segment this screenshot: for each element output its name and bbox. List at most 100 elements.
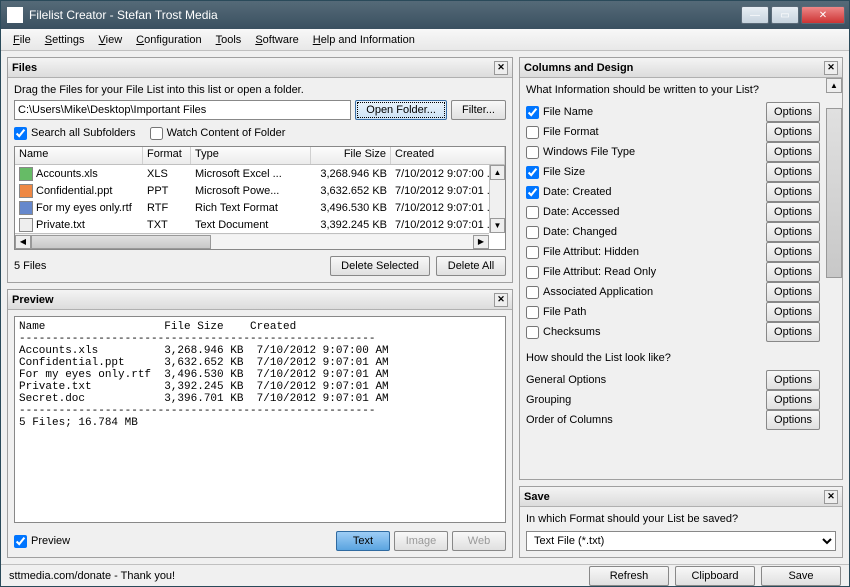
preview-checkbox[interactable] (14, 535, 27, 548)
files-vscroll[interactable]: ▲ ▼ (489, 165, 505, 233)
files-close-icon[interactable]: ✕ (494, 61, 508, 75)
cell-created: 7/10/2012 9:07:01 ... (391, 202, 505, 214)
preview-web-button[interactable]: Web (452, 531, 506, 551)
clipboard-button[interactable]: Clipboard (675, 566, 755, 586)
open-folder-button[interactable]: Open Folder... (355, 100, 447, 120)
options-button[interactable]: Options (766, 302, 820, 322)
option-label: Date: Changed (543, 226, 762, 238)
cell-name: For my eyes only.rtf (36, 202, 132, 214)
design-panel: Columns and Design ✕ What Information sh… (519, 57, 843, 480)
cell-name: Private.txt (36, 219, 85, 231)
delete-all-button[interactable]: Delete All (436, 256, 506, 276)
col-type[interactable]: Type (191, 147, 311, 164)
menu-configuration[interactable]: Configuration (130, 32, 207, 48)
minimize-button[interactable]: — (741, 6, 769, 24)
col-created[interactable]: Created (391, 147, 505, 164)
option-label: File Name (543, 106, 762, 118)
cell-type: Microsoft Excel ... (191, 168, 311, 180)
menu-view[interactable]: View (93, 32, 129, 48)
cell-size: 3,496.530 KB (311, 202, 391, 214)
options-button[interactable]: Options (766, 182, 820, 202)
maximize-button[interactable]: ▭ (771, 6, 799, 24)
menubar: File Settings View Configuration Tools S… (1, 29, 849, 51)
option-checkbox[interactable] (526, 126, 539, 139)
option-label: Checksums (543, 326, 762, 338)
cell-created: 7/10/2012 9:07:00 ... (391, 168, 505, 180)
menu-settings[interactable]: Settings (39, 32, 91, 48)
save-question: In which Format should your List be save… (526, 513, 836, 525)
cell-created: 7/10/2012 9:07:01 ... (391, 185, 505, 197)
cell-size: 3,632.652 KB (311, 185, 391, 197)
menu-tools[interactable]: Tools (210, 32, 248, 48)
cell-format: TXT (143, 219, 191, 231)
window-title: Filelist Creator - Stefan Trost Media (29, 8, 741, 22)
cell-type: Rich Text Format (191, 202, 311, 214)
option-label: Date: Created (543, 186, 762, 198)
app-icon (7, 7, 23, 23)
table-row[interactable]: Confidential.pptPPTMicrosoft Powe...3,63… (15, 182, 505, 199)
file-icon (19, 184, 33, 198)
design-close-icon[interactable]: ✕ (824, 61, 838, 75)
table-row[interactable]: Accounts.xlsXLSMicrosoft Excel ...3,268.… (15, 165, 505, 182)
extra-label: General Options (526, 374, 762, 386)
save-close-icon[interactable]: ✕ (824, 490, 838, 504)
save-button[interactable]: Save (761, 566, 841, 586)
preview-text-button[interactable]: Text (336, 531, 390, 551)
options-button[interactable]: Options (766, 322, 820, 342)
design-question2: How should the List look like? (526, 352, 820, 364)
preview-image-button[interactable]: Image (394, 531, 448, 551)
option-checkbox[interactable] (526, 326, 539, 339)
search-subfolders-checkbox[interactable] (14, 127, 27, 140)
option-label: Associated Application (543, 286, 762, 298)
options-button[interactable]: Options (766, 410, 820, 430)
table-row[interactable]: For my eyes only.rtfRTFRich Text Format3… (15, 199, 505, 216)
options-button[interactable]: Options (766, 370, 820, 390)
option-checkbox[interactable] (526, 306, 539, 319)
option-checkbox[interactable] (526, 226, 539, 239)
col-size[interactable]: File Size (311, 147, 391, 164)
watch-folder-checkbox[interactable] (150, 127, 163, 140)
delete-selected-button[interactable]: Delete Selected (330, 256, 430, 276)
options-button[interactable]: Options (766, 202, 820, 222)
files-title: Files (12, 62, 37, 74)
close-button[interactable]: ✕ (801, 6, 845, 24)
options-button[interactable]: Options (766, 242, 820, 262)
options-button[interactable]: Options (766, 282, 820, 302)
options-button[interactable]: Options (766, 162, 820, 182)
menu-help[interactable]: Help and Information (307, 32, 421, 48)
menu-file[interactable]: File (7, 32, 37, 48)
option-label: Date: Accessed (543, 206, 762, 218)
titlebar[interactable]: Filelist Creator - Stefan Trost Media — … (1, 1, 849, 29)
options-button[interactable]: Options (766, 262, 820, 282)
options-button[interactable]: Options (766, 390, 820, 410)
options-button[interactable]: Options (766, 102, 820, 122)
options-button[interactable]: Options (766, 122, 820, 142)
option-checkbox[interactable] (526, 206, 539, 219)
preview-checkbox-label: Preview (31, 535, 70, 547)
col-name[interactable]: Name (15, 147, 143, 164)
option-checkbox[interactable] (526, 266, 539, 279)
refresh-button[interactable]: Refresh (589, 566, 669, 586)
option-checkbox[interactable] (526, 246, 539, 259)
options-button[interactable]: Options (766, 142, 820, 162)
option-checkbox[interactable] (526, 146, 539, 159)
col-format[interactable]: Format (143, 147, 191, 164)
save-format-select[interactable]: Text File (*.txt) (526, 531, 836, 551)
option-checkbox[interactable] (526, 106, 539, 119)
table-row[interactable]: Private.txtTXTText Document3,392.245 KB7… (15, 216, 505, 233)
files-hscroll[interactable]: ◀ ▶ (15, 233, 489, 249)
preview-textarea[interactable]: Name File Size Created -----------------… (14, 316, 506, 523)
option-label: File Attribut: Hidden (543, 246, 762, 258)
option-checkbox[interactable] (526, 286, 539, 299)
design-vscroll[interactable]: ▲ (826, 78, 842, 479)
files-table[interactable]: Name Format Type File Size Created Accou… (14, 146, 506, 250)
options-button[interactable]: Options (766, 222, 820, 242)
save-title: Save (524, 491, 550, 503)
preview-close-icon[interactable]: ✕ (494, 293, 508, 307)
filter-button[interactable]: Filter... (451, 100, 506, 120)
folder-path-input[interactable] (14, 100, 351, 120)
menu-software[interactable]: Software (249, 32, 304, 48)
option-checkbox[interactable] (526, 186, 539, 199)
statusbar: sttmedia.com/donate - Thank you! Refresh… (1, 564, 849, 586)
option-checkbox[interactable] (526, 166, 539, 179)
